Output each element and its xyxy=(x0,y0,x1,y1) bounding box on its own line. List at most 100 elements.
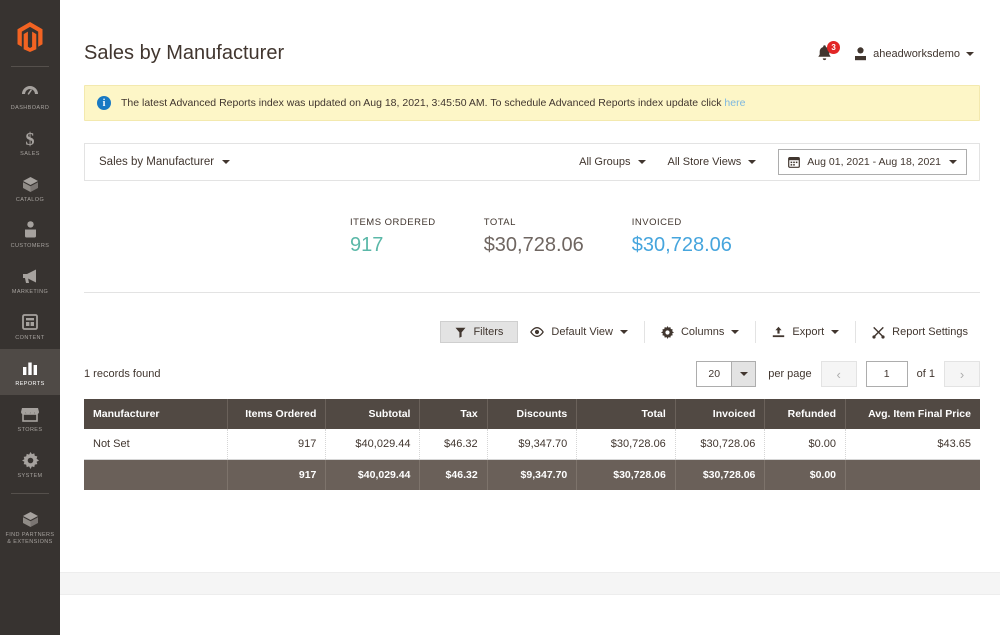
content-page-icon xyxy=(19,312,41,332)
dashboard-icon xyxy=(19,82,41,102)
magento-logo-icon[interactable] xyxy=(0,22,60,66)
previous-page-button[interactable]: ‹ xyxy=(820,361,857,387)
groups-select[interactable]: All Groups xyxy=(579,156,646,168)
total-cell-items-ordered: 917 xyxy=(226,459,326,490)
columns-button[interactable]: Columns xyxy=(649,321,751,344)
notification-count-badge: 3 xyxy=(827,40,841,54)
sidebar-item-dashboard[interactable]: DASHBOARD xyxy=(0,73,60,119)
kpi-value: $30,728.06 xyxy=(631,233,732,256)
pagination-controls: 20 per page ‹ 1 of 1 › xyxy=(696,361,980,387)
sidebar-item-label: CATALOG xyxy=(15,197,45,203)
notifications-button[interactable]: 3 xyxy=(816,40,841,64)
total-cell-invoiced: $30,728.06 xyxy=(674,459,765,490)
gear-icon xyxy=(19,450,41,470)
cell-avg-item-final-price: $43.65 xyxy=(845,429,980,460)
records-found-label: 1 records found xyxy=(84,368,161,380)
megaphone-icon xyxy=(19,266,41,286)
groups-label: All Groups xyxy=(579,156,631,168)
column-header-subtotal[interactable]: Subtotal xyxy=(325,399,420,429)
column-header-total[interactable]: Total xyxy=(576,399,676,429)
per-page-value: 20 xyxy=(697,362,732,386)
chevron-down-icon xyxy=(966,51,974,56)
report-settings-button[interactable]: Report Settings xyxy=(860,321,980,344)
sidebar-divider-bottom xyxy=(11,493,49,494)
sidebar-item-sales[interactable]: $ SALES xyxy=(0,119,60,165)
column-header-avg-item-final-price[interactable]: Avg. Item Final Price xyxy=(845,399,980,429)
default-view-button[interactable]: Default View xyxy=(518,321,640,343)
sidebar-item-find-partners[interactable]: FIND PARTNERS & EXTENSIONS xyxy=(0,500,60,553)
total-cell-tax: $46.32 xyxy=(419,459,488,490)
kpi-value: 917 xyxy=(350,233,384,256)
kpi-label: INVOICED xyxy=(631,216,682,228)
page-footer-strip xyxy=(60,572,1000,595)
toolbar-divider xyxy=(755,321,757,343)
report-type-label: Sales by Manufacturer xyxy=(99,156,215,168)
export-button[interactable]: Export xyxy=(760,321,851,343)
next-page-button[interactable]: › xyxy=(944,361,980,387)
table-row[interactable]: Not Set 917 $40,029.44 $46.32 $9,347.70 … xyxy=(84,429,980,460)
partners-box-icon xyxy=(19,509,41,529)
funnel-icon xyxy=(455,327,466,338)
sidebar-item-catalog[interactable]: CATALOG xyxy=(0,165,60,211)
per-page-select[interactable]: 20 xyxy=(696,361,757,387)
catalog-box-icon xyxy=(19,174,41,194)
main-content: Sales by Manufacturer 3 aheadworksdemo i… xyxy=(60,0,1000,635)
current-page-input[interactable]: 1 xyxy=(865,361,908,387)
store-views-select[interactable]: All Store Views xyxy=(668,156,757,168)
sales-by-manufacturer-table: Manufacturer Items Ordered Subtotal Tax … xyxy=(84,399,980,490)
total-cell-avg-item-final-price xyxy=(845,459,980,490)
date-range-picker[interactable]: Aug 01, 2021 - Aug 18, 2021 xyxy=(778,149,967,175)
kpi-value: $30,728.06 xyxy=(483,233,584,256)
cell-items-ordered: 917 xyxy=(226,429,326,460)
table-header: Manufacturer Items Ordered Subtotal Tax … xyxy=(84,399,980,429)
sidebar-item-reports[interactable]: REPORTS xyxy=(0,349,60,395)
sidebar-item-content[interactable]: CONTENT xyxy=(0,303,60,349)
tools-icon xyxy=(872,326,885,339)
column-header-items-ordered[interactable]: Items Ordered xyxy=(226,399,326,429)
total-cell-total: $30,728.06 xyxy=(576,459,676,490)
sidebar-item-system[interactable]: SYSTEM xyxy=(0,441,60,487)
grid-summary-row: 1 records found 20 per page ‹ 1 of 1 › xyxy=(84,359,980,389)
kpi-summary: ITEMS ORDERED 917 TOTAL $30,728.06 INVOI… xyxy=(84,181,980,293)
kpi-invoiced: INVOICED $30,728.06 xyxy=(632,217,732,257)
column-header-refunded[interactable]: Refunded xyxy=(764,399,846,429)
kpi-label: TOTAL xyxy=(483,216,516,228)
cell-tax: $46.32 xyxy=(419,429,488,460)
sidebar-item-label: SYSTEM xyxy=(17,473,43,479)
bar-chart-icon xyxy=(19,358,41,378)
gear-icon xyxy=(660,325,674,339)
notice-message: The latest Advanced Reports index was up… xyxy=(121,97,725,109)
filters-button[interactable]: Filters xyxy=(440,321,519,343)
dollar-icon: $ xyxy=(19,128,41,148)
cell-total: $30,728.06 xyxy=(576,429,676,460)
cell-subtotal: $40,029.44 xyxy=(325,429,420,460)
notice-text: The latest Advanced Reports index was up… xyxy=(121,96,745,110)
cell-discounts: $9,347.70 xyxy=(486,429,577,460)
storefront-icon xyxy=(19,404,41,424)
chevron-down-icon xyxy=(619,330,628,334)
sidebar-item-stores[interactable]: STORES xyxy=(0,395,60,441)
info-icon: i xyxy=(97,96,111,110)
sidebar-item-label: SALES xyxy=(20,151,40,157)
sidebar-item-customers[interactable]: CUSTOMERS xyxy=(0,211,60,257)
sidebar-item-marketing[interactable]: MARKETING xyxy=(0,257,60,303)
total-cell-manufacturer xyxy=(84,459,228,490)
svg-text:$: $ xyxy=(26,129,35,148)
report-table-wrapper: Manufacturer Items Ordered Subtotal Tax … xyxy=(84,399,980,490)
header-actions: 3 aheadworksdemo xyxy=(816,40,976,64)
default-view-label: Default View xyxy=(551,326,613,338)
cell-invoiced: $30,728.06 xyxy=(674,429,765,460)
column-header-invoiced[interactable]: Invoiced xyxy=(674,399,765,429)
filters-label: Filters xyxy=(473,326,504,338)
sidebar-item-label: CUSTOMERS xyxy=(10,243,50,249)
per-page-dropdown-arrow[interactable] xyxy=(731,362,756,386)
sidebar-item-label: STORES xyxy=(17,427,43,433)
user-menu[interactable]: aheadworksdemo xyxy=(854,46,974,61)
column-header-tax[interactable]: Tax xyxy=(419,399,488,429)
chevron-down-icon xyxy=(748,160,757,164)
report-type-select[interactable]: Sales by Manufacturer xyxy=(99,156,231,168)
table-header-row: Manufacturer Items Ordered Subtotal Tax … xyxy=(84,399,980,429)
column-header-manufacturer[interactable]: Manufacturer xyxy=(84,399,228,429)
column-header-discounts[interactable]: Discounts xyxy=(486,399,577,429)
notice-here-link[interactable]: here xyxy=(724,97,745,109)
